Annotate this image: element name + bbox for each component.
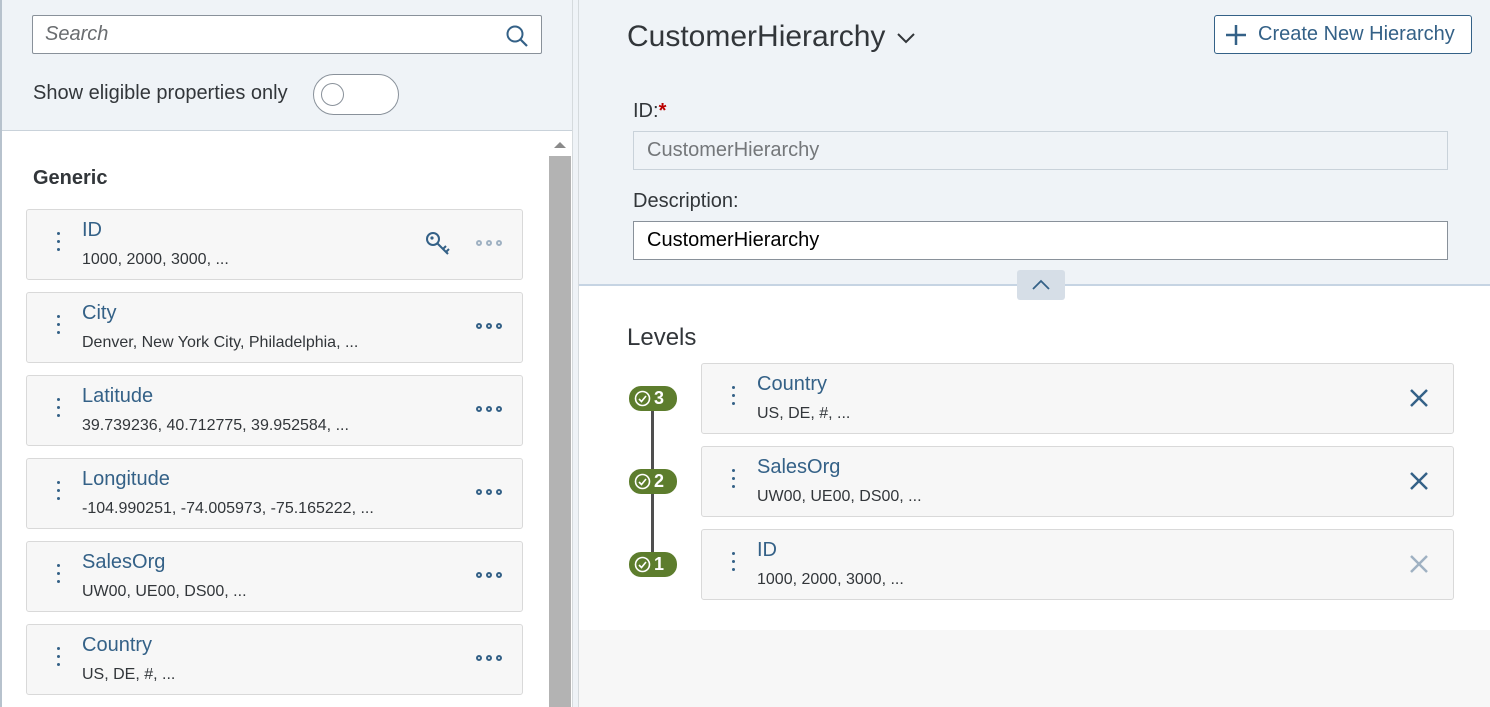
check-circle-icon [634,556,651,573]
search-icon[interactable] [505,24,529,48]
properties-toolbar: Show eligible properties only [2,0,572,131]
close-icon[interactable] [1407,469,1431,493]
more-icon[interactable] [476,655,502,663]
id-field: CustomerHierarchy [633,131,1448,170]
more-icon[interactable] [476,323,502,331]
group-title: Generic [33,167,108,189]
hierarchy-editor: Show eligible properties only Generic ID… [0,0,1490,707]
hierarchy-header: CustomerHierarchy Create New Hierarchy I… [579,0,1490,286]
drag-handle-icon[interactable] [54,398,62,426]
splitter[interactable] [572,0,579,707]
more-icon[interactable] [476,240,502,248]
property-card-country[interactable]: Country US, DE, #, ... [26,624,523,695]
drag-handle-icon[interactable] [54,315,62,343]
key-icon [426,232,450,255]
property-name: Longitude [82,468,170,490]
description-label: Description: [633,190,739,212]
level-values: 1000, 2000, 3000, ... [757,571,904,588]
collapse-header-button[interactable] [1017,270,1065,300]
switch-knob [321,83,344,106]
close-icon [1410,555,1428,573]
more-icon[interactable] [476,406,502,414]
level-number: 1 [654,554,665,574]
drag-handle-icon[interactable] [54,564,62,592]
drag-handle-icon[interactable] [54,232,62,260]
drag-handle-icon[interactable] [729,552,737,580]
level-values: US, DE, #, ... [757,405,851,422]
level-name: SalesOrg [757,456,841,478]
drag-handle-icon[interactable] [54,481,62,509]
eligible-properties-label: Show eligible properties only [33,82,288,104]
id-label: ID:* [633,100,666,123]
property-card-longitude[interactable]: Longitude -104.990251, -74.005973, -75.1… [26,458,523,529]
drag-handle-icon[interactable] [729,386,737,414]
eligible-properties-switch[interactable] [313,74,399,115]
property-name: ID [82,219,102,241]
property-values: UW00, UE00, DS00, ... [82,583,247,600]
property-name: Country [82,634,153,656]
property-values: US, DE, #, ... [82,666,176,683]
hierarchy-panel: CustomerHierarchy Create New Hierarchy I… [579,0,1490,707]
property-list: ID 1000, 2000, 3000, ... City Denver, Ne… [26,209,525,707]
property-values: 39.739236, 40.712775, 39.952584, ... [82,417,349,434]
scrollbar[interactable] [549,156,571,707]
plus-icon [1226,24,1246,45]
property-name: SalesOrg [82,551,166,573]
search-input[interactable] [45,16,495,53]
property-card-salesorg[interactable]: SalesOrg UW00, UE00, DS00, ... [26,541,523,612]
required-mark: * [658,100,667,122]
property-values: Denver, New York City, Philadelphia, ... [82,334,359,351]
level-number: 3 [654,388,665,408]
property-card-latitude[interactable]: Latitude 39.739236, 40.712775, 39.952584… [26,375,523,446]
drag-handle-icon[interactable] [54,647,62,675]
hierarchy-title[interactable]: CustomerHierarchy [627,20,885,54]
chevron-up-icon [1032,279,1050,290]
level-name: Country [757,373,828,395]
level-card-id[interactable]: ID 1000, 2000, 3000, ... [701,529,1454,600]
level-badge: 3 [629,386,677,411]
id-label-text: ID: [633,100,659,122]
property-values: 1000, 2000, 3000, ... [82,251,229,268]
level-name: ID [757,539,777,561]
level-badge: 1 [629,552,677,577]
properties-panel: Show eligible properties only Generic ID… [0,0,572,707]
property-name: Latitude [82,385,154,407]
level-card-country[interactable]: Country US, DE, #, ... [701,363,1454,434]
close-icon[interactable] [1407,386,1431,410]
panel-footer-area [579,630,1490,707]
scroll-up-arrow-icon[interactable] [553,140,567,150]
drag-handle-icon[interactable] [729,469,737,497]
search-box [32,15,542,54]
more-icon[interactable] [476,489,502,497]
create-new-hierarchy-button[interactable]: Create New Hierarchy [1214,15,1472,54]
description-field[interactable]: CustomerHierarchy [633,221,1448,260]
create-button-label: Create New Hierarchy [1258,23,1455,45]
check-circle-icon [634,390,651,407]
level-number: 2 [654,471,665,491]
property-name: City [82,302,117,324]
property-card-id[interactable]: ID 1000, 2000, 3000, ... [26,209,523,280]
check-circle-icon [634,473,651,490]
more-icon[interactable] [476,572,502,580]
chevron-down-icon[interactable] [895,30,917,46]
level-badge: 2 [629,469,677,494]
levels-title: Levels [627,324,697,351]
property-values: -104.990251, -74.005973, -75.165222, ... [82,500,374,517]
property-card-city[interactable]: City Denver, New York City, Philadelphia… [26,292,523,363]
level-card-salesorg[interactable]: SalesOrg UW00, UE00, DS00, ... [701,446,1454,517]
level-values: UW00, UE00, DS00, ... [757,488,922,505]
